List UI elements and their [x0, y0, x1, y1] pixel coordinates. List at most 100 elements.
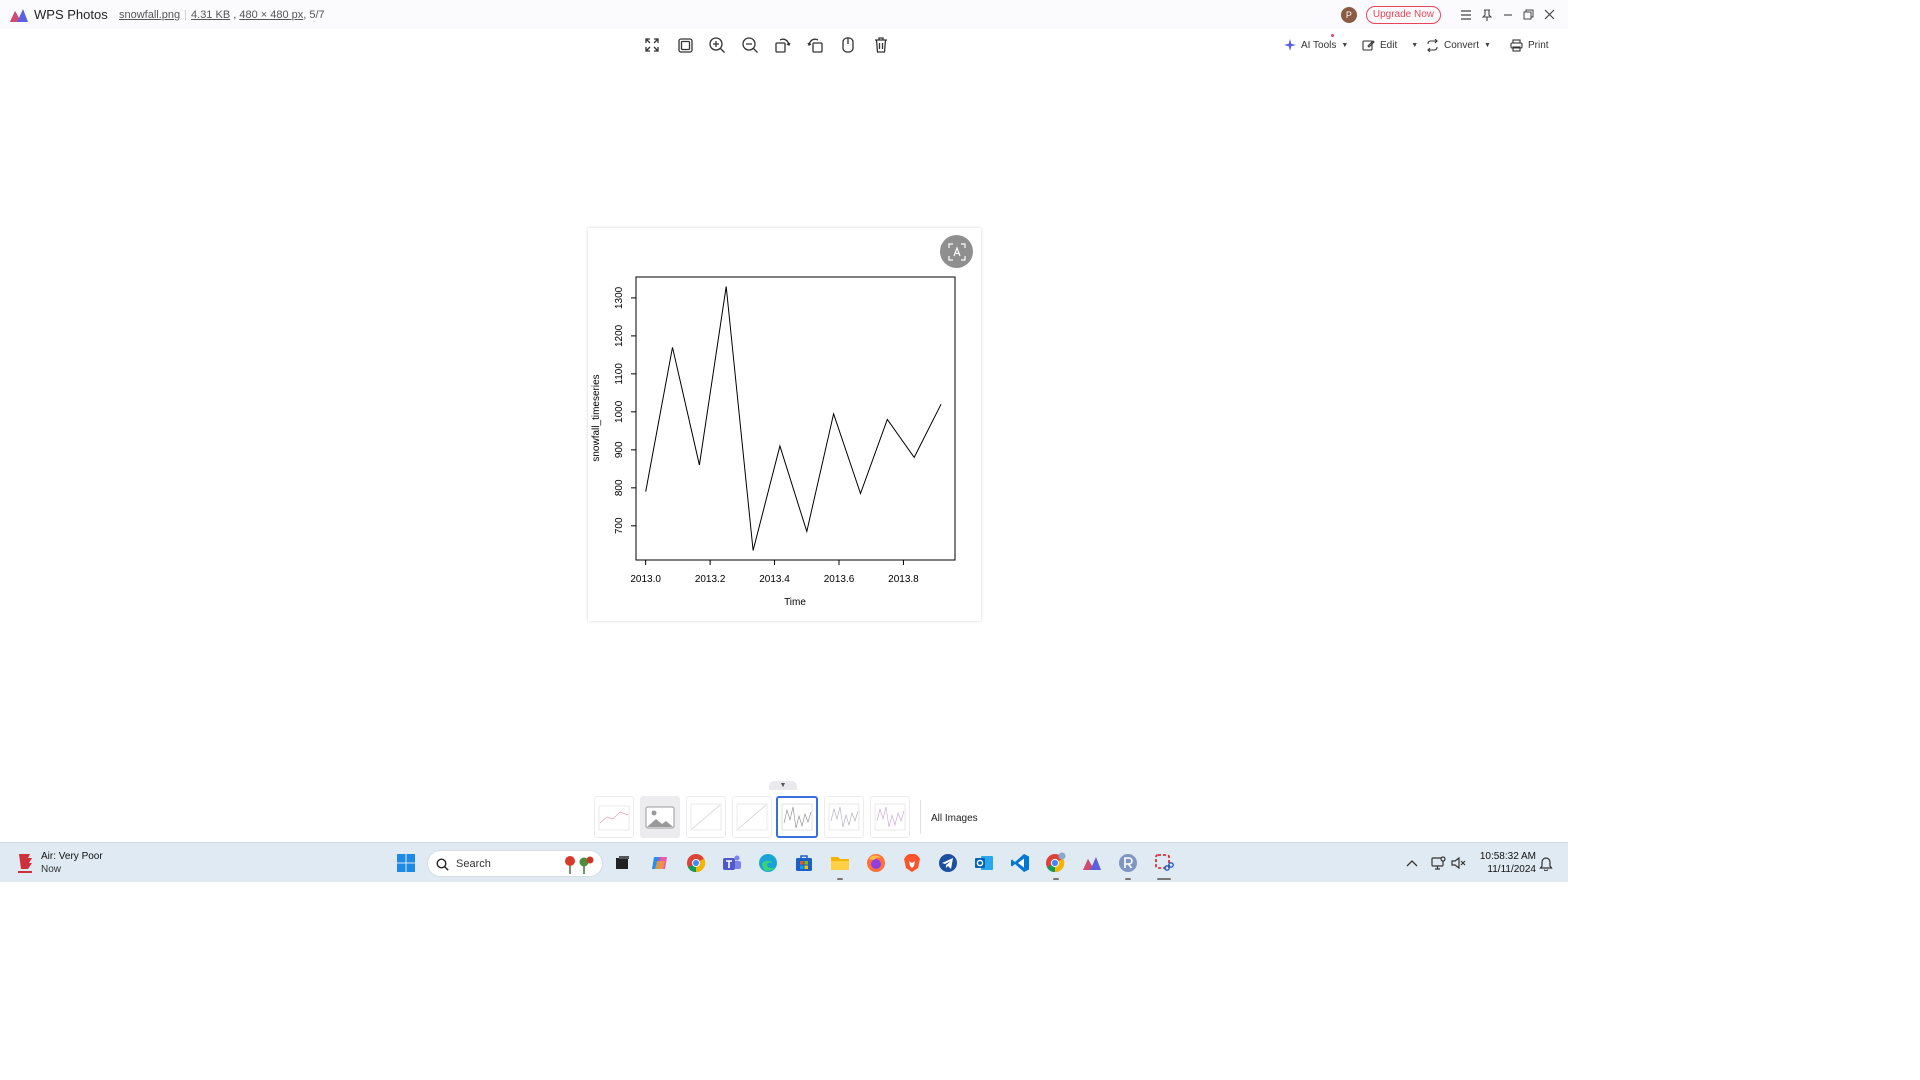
zoom-out-icon[interactable] — [739, 34, 761, 56]
running-indicator — [837, 878, 843, 880]
pin-icon[interactable] — [1476, 0, 1497, 29]
running-indicator — [1125, 878, 1131, 880]
brave-icon[interactable] — [900, 851, 924, 875]
thumbnail-7[interactable] — [870, 796, 910, 838]
title-bar: WPS Photos snowfall.png | 4.31 KB , 480 × … — [0, 0, 1568, 29]
search-label: Search — [456, 858, 491, 870]
app-name: WPS Photos — [34, 7, 108, 22]
y-tick-label: 1300 — [614, 286, 625, 309]
edit-label: Edit — [1380, 39, 1398, 51]
image-canvas[interactable]: 2013.0 2013.2 2013.4 2013.6 2013.8 700 800 900… — [588, 228, 981, 621]
copilot-icon[interactable] — [648, 851, 672, 875]
collapse-thumbnails-button[interactable]: ▼ — [769, 781, 797, 790]
thumbnail-3[interactable] — [686, 796, 726, 838]
notifications-bell-icon[interactable] — [1534, 851, 1558, 875]
image-position: 5/7 — [309, 9, 325, 21]
zoom-in-icon[interactable] — [706, 34, 728, 56]
upgrade-button[interactable]: Upgrade Now — [1365, 5, 1441, 24]
print-label: Print — [1528, 39, 1549, 51]
running-indicator — [1157, 878, 1171, 880]
file-info: snowfall.png | 4.31 KB , 480 × 480 px, 5/7 — [119, 9, 325, 21]
convert-icon — [1427, 38, 1438, 52]
text-recognition-icon — [947, 242, 966, 261]
show-hidden-icons-chevron-up-icon[interactable] — [1400, 851, 1424, 875]
wps-photos-logo-icon — [10, 9, 28, 22]
thumbnail-5[interactable] — [776, 796, 818, 838]
chevron-down-icon: ▼ — [779, 782, 787, 789]
volume-muted-icon[interactable] — [1446, 851, 1470, 875]
thumbnail-6[interactable] — [824, 796, 864, 838]
y-tick-label: 800 — [614, 479, 625, 496]
y-axis-label: snowfall_timeseries — [591, 374, 602, 461]
fit-to-window-icon[interactable] — [674, 34, 696, 56]
x-tick-label: 2013.6 — [824, 574, 855, 585]
teams-icon[interactable] — [720, 851, 744, 875]
clock-date: 11/11/2024 — [1487, 864, 1536, 875]
weather-subtitle: Now — [41, 864, 62, 875]
all-images-button[interactable]: All Images — [931, 813, 978, 824]
firefox-icon[interactable] — [864, 851, 888, 875]
air-quality-icon[interactable] — [16, 852, 34, 874]
convert-button[interactable]: Convert ▼ — [1426, 36, 1491, 54]
r-app-icon[interactable] — [1116, 851, 1140, 880]
running-indicator — [1053, 878, 1059, 880]
edit-button[interactable]: Edit ▼ — [1362, 36, 1418, 54]
start-menu-icon[interactable] — [394, 851, 418, 875]
outlook-icon[interactable] — [972, 851, 996, 875]
task-view-icon[interactable] — [610, 851, 634, 875]
x-tick-label: 2013.2 — [695, 574, 726, 585]
x-tick-label: 2013.8 — [888, 574, 919, 585]
chevron-down-icon: ▼ — [1341, 41, 1349, 49]
x-axis-label: Time — [784, 597, 806, 608]
rotate-right-icon[interactable] — [805, 34, 827, 56]
chrome-icon[interactable] — [684, 851, 708, 875]
menu-icon[interactable] — [1455, 0, 1476, 29]
poppy-flowers-icon — [565, 856, 594, 874]
thumbnail-divider — [920, 800, 921, 834]
x-tick-label: 2013.4 — [759, 574, 790, 585]
ai-tools-label: AI Tools — [1301, 39, 1337, 51]
edge-icon[interactable] — [756, 851, 780, 875]
y-tick-label: 1100 — [614, 363, 625, 385]
clock[interactable]: 10:58:32 AM 11/11/2024 — [1474, 850, 1536, 876]
thumbnail-2[interactable] — [640, 796, 680, 838]
snipping-tool-icon[interactable] — [1152, 851, 1176, 880]
rotate-left-icon[interactable] — [771, 34, 793, 56]
file-size-link[interactable]: 4.31 KB — [191, 9, 230, 21]
search-icon — [436, 858, 449, 871]
file-name-link[interactable]: snowfall.png — [119, 9, 180, 21]
mirror-icon[interactable] — [837, 34, 859, 56]
minimize-icon[interactable] — [1497, 0, 1518, 29]
taskbar: Air: Very Poor Now Search 10:58:32 AM 11… — [0, 842, 1568, 882]
thumbnail-4[interactable] — [732, 796, 772, 838]
delete-icon[interactable] — [870, 34, 892, 56]
restore-icon[interactable] — [1518, 0, 1539, 29]
thumbnail-1[interactable] — [594, 796, 634, 838]
y-tick-label: 1000 — [614, 400, 625, 423]
ocr-text-button[interactable] — [940, 235, 973, 268]
avatar[interactable]: P — [1340, 6, 1357, 23]
clock-time: 10:58:32 AM — [1479, 851, 1536, 862]
print-button[interactable]: Print — [1510, 36, 1549, 54]
taskbar-search[interactable]: Search — [427, 850, 603, 877]
file-explorer-icon[interactable] — [828, 851, 852, 880]
window-controls: P Upgrade Now — [1340, 0, 1568, 29]
close-icon[interactable] — [1539, 0, 1560, 29]
y-tick-label: 1200 — [614, 324, 625, 347]
fullscreen-icon[interactable] — [641, 34, 663, 56]
weather-title[interactable]: Air: Very Poor — [41, 851, 103, 862]
chevron-down-icon: ▼ — [1411, 41, 1419, 49]
wps-photos-taskbar-icon[interactable] — [1080, 851, 1104, 875]
ai-tools-button[interactable]: AI Tools ▼ — [1284, 34, 1349, 54]
microsoft-store-icon[interactable] — [792, 851, 816, 875]
chrome-profile-icon[interactable] — [1044, 851, 1068, 880]
dimensions-link[interactable]: 480 × 480 px — [239, 9, 303, 21]
y-tick-label: 900 — [614, 441, 625, 458]
image-toolbar: AI Tools ▼ Edit ▼ Convert ▼ Print — [0, 29, 1568, 61]
snowfall-chart: 2013.0 2013.2 2013.4 2013.6 2013.8 700 800 900… — [591, 276, 956, 608]
chevron-down-icon: ▼ — [1484, 41, 1491, 49]
x-tick-label: 2013.0 — [630, 574, 661, 585]
vscode-icon[interactable] — [1008, 851, 1032, 875]
plot-frame — [635, 276, 956, 561]
telegram-icon[interactable] — [936, 851, 960, 875]
